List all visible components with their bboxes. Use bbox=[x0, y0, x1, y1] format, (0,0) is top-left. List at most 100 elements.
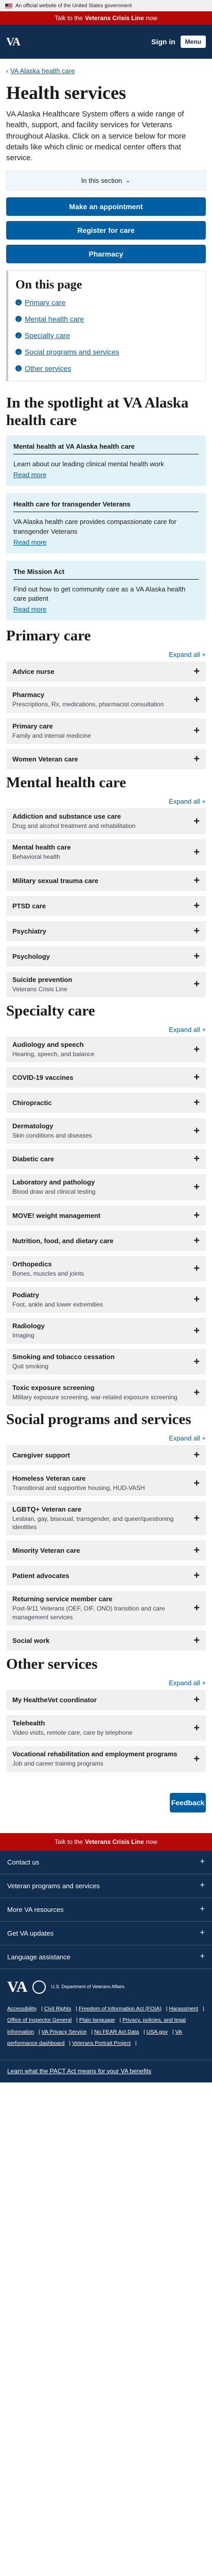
accordion-suicide-prevention[interactable]: Suicide prevention Veterans Crisis Line + bbox=[6, 971, 206, 997]
accordion-title: My HealtheVet coordinator bbox=[12, 1696, 97, 1704]
accordion-laboratory-and-pathology[interactable]: Laboratory and pathology Blood draw and c… bbox=[6, 1174, 206, 1200]
expand-all-button[interactable]: Expand all + bbox=[6, 651, 206, 658]
accordion-psychiatry[interactable]: Psychiatry + bbox=[6, 921, 206, 941]
accordion-caregiver-support[interactable]: Caregiver support + bbox=[6, 1445, 206, 1465]
plus-icon: + bbox=[193, 1753, 200, 1765]
on-this-page-link-social-programs-and-services[interactable]: ↓ Social programs and services bbox=[15, 344, 198, 360]
accordion-title: Psychology bbox=[12, 952, 50, 960]
accordion-ptsd-care[interactable]: PTSD care + bbox=[6, 895, 206, 916]
spotlight-title: In the spotlight at VA Alaska health car… bbox=[6, 395, 189, 429]
legal-link-accessibility[interactable]: Accessibility bbox=[7, 2006, 37, 2012]
accordion-pharmacy[interactable]: Pharmacy Prescriptions, Rx, medications, … bbox=[6, 687, 206, 713]
accordion-radiology[interactable]: Radiology Imaging + bbox=[6, 1318, 206, 1344]
breadcrumb[interactable]: ‹ VA Alaska health care bbox=[0, 59, 212, 80]
spotlight-card-title[interactable]: Health care for transgender Veterans bbox=[13, 500, 199, 513]
pact-act-banner[interactable]: Learn what the PACT Act means for your V… bbox=[0, 2059, 212, 2082]
accordion-homeless-veteran-care[interactable]: Homeless Veteran care Transitional and su… bbox=[6, 1470, 206, 1497]
accordion-title: Caregiver support bbox=[12, 1451, 70, 1459]
legal-link-harassment[interactable]: Harassment bbox=[169, 2006, 198, 2012]
footer-link-get-va-updates[interactable]: Get VA updates + bbox=[0, 1922, 212, 1945]
accordion-subtitle: Job and career training programs bbox=[12, 1760, 103, 1768]
register-for-care-button[interactable]: Register for care bbox=[6, 221, 206, 240]
accordion-title: Homeless Veteran care bbox=[12, 1474, 86, 1482]
accordion-diabetic-care[interactable]: Diabetic care + bbox=[6, 1149, 206, 1170]
accordion-women-veteran-care[interactable]: Women Veteran care + bbox=[6, 749, 206, 769]
accordion-returning-service-member-care[interactable]: Returning service member care Post-9/11 V… bbox=[6, 1591, 206, 1625]
legal-link-va-privacy-service[interactable]: VA Privacy Service bbox=[42, 2029, 87, 2035]
accordion-text: Audiology and speech Hearing, speech, and… bbox=[12, 1041, 94, 1058]
accordion-podiatry[interactable]: Podiatry Foot, ankle and lower extremitie… bbox=[6, 1286, 206, 1313]
menu-button[interactable]: Menu bbox=[180, 36, 206, 48]
accordion-vocational-rehabilitation-and-employment-programs[interactable]: Vocational rehabilitation and employment… bbox=[6, 1746, 206, 1772]
accordion-psychology[interactable]: Psychology + bbox=[6, 946, 206, 967]
in-this-section-button[interactable]: In this section ⌄ bbox=[6, 171, 206, 191]
footer-link-label: Contact us bbox=[7, 1858, 40, 1866]
make-an-appointment-button[interactable]: Make an appointment bbox=[6, 197, 206, 216]
legal-link-plain-language[interactable]: Plain language bbox=[79, 2017, 115, 2023]
accordion-dermatology[interactable]: Dermatology Skin conditions and diseases + bbox=[6, 1118, 206, 1144]
accordion-orthopedics[interactable]: Orthopedics Bones, muscles and joints + bbox=[6, 1256, 206, 1282]
footer-link-veteran-programs-and-services[interactable]: Veteran programs and services + bbox=[0, 1874, 212, 1898]
accordion-my-healthevet-coordinator[interactable]: My HealtheVet coordinator + bbox=[6, 1690, 206, 1710]
page-intro: VA Alaska Healthcare System offers a wid… bbox=[6, 110, 186, 163]
footer-va-logo[interactable]: VA bbox=[7, 1978, 27, 1996]
spotlight-card-title[interactable]: The Mission Act bbox=[13, 568, 199, 580]
expand-all-button[interactable]: Expand all + bbox=[6, 1434, 206, 1442]
footer-brand: VA U.S. Department of Veterans Affairs bbox=[0, 1969, 212, 1999]
accordion-minority-veteran-care[interactable]: Minority Veteran care + bbox=[6, 1540, 206, 1561]
accordion-social-work[interactable]: Social work + bbox=[6, 1630, 206, 1651]
legal-link-office-of-inspector-general[interactable]: Office of Inspector General bbox=[7, 2017, 72, 2023]
on-this-page-link-other-services[interactable]: ↓ Other services bbox=[15, 360, 198, 377]
accordion-move-weight-management[interactable]: MOVE! weight management + bbox=[6, 1205, 206, 1226]
va-logo[interactable]: VA bbox=[6, 35, 21, 48]
legal-link-veterans-portrait-project[interactable]: Veterans Portrait Project bbox=[72, 2040, 131, 2046]
on-this-page-link-specialty-care[interactable]: ↓ Specialty care bbox=[15, 327, 198, 344]
accordion-lgbtq-veteran-care[interactable]: LGBTQ+ Veteran care Lesbian, gay, bisexua… bbox=[6, 1501, 206, 1536]
accordion-chiropractic[interactable]: Chiropractic + bbox=[6, 1093, 206, 1113]
accordion-subtitle: Military exposure screening, war-related… bbox=[12, 1394, 178, 1401]
accordion-mental-health-care[interactable]: Mental health care Behavioral health + bbox=[6, 839, 206, 866]
accordion-text: Addiction and substance use care Drug and… bbox=[12, 812, 135, 830]
legal-link-civil-rights[interactable]: Civil Rights bbox=[44, 2006, 72, 2012]
accordion-toxic-exposure-screening[interactable]: Toxic exposure screening Military exposur… bbox=[6, 1380, 206, 1406]
expand-all-button[interactable]: Expand all + bbox=[6, 1026, 206, 1033]
accordion-title: Patient advocates bbox=[12, 1572, 69, 1580]
footer-link-contact-us[interactable]: Contact us + bbox=[0, 1851, 212, 1874]
read-more-link[interactable]: Read more bbox=[13, 605, 199, 613]
accordion-military-sexual-trauma-care[interactable]: Military sexual trauma care + bbox=[6, 870, 206, 891]
accordion-patient-advocates[interactable]: Patient advocates + bbox=[6, 1566, 206, 1586]
plus-icon: + bbox=[193, 1386, 200, 1398]
breadcrumb-back-link[interactable]: VA Alaska health care bbox=[10, 67, 75, 75]
accordion-telehealth[interactable]: Telehealth Video visits, remote care, car… bbox=[6, 1715, 206, 1741]
plus-icon: + bbox=[193, 815, 200, 827]
spotlight-card-title[interactable]: Mental health at VA Alaska health care bbox=[13, 443, 199, 455]
pharmacy-button[interactable]: Pharmacy bbox=[6, 245, 206, 264]
accordion-audiology-and-speech[interactable]: Audiology and speech Hearing, speech, and… bbox=[6, 1037, 206, 1063]
sign-in-button[interactable]: Sign in bbox=[151, 38, 175, 46]
crisis-line-banner[interactable]: Talk to the Veterans Crisis Line now bbox=[0, 11, 212, 25]
footer-link-label: Get VA updates bbox=[7, 1929, 54, 1937]
legal-link-usa-gov[interactable]: USA.gov bbox=[147, 2029, 168, 2035]
accordion-addiction-and-substance-use-care[interactable]: Addiction and substance use care Drug and… bbox=[6, 808, 206, 835]
expand-all-button[interactable]: Expand all + bbox=[6, 1679, 206, 1687]
accordion-smoking-and-tobacco-cessation[interactable]: Smoking and tobacco cessation Quit smokin… bbox=[6, 1349, 206, 1375]
footer-link-more-va-resources[interactable]: More VA resources + bbox=[0, 1898, 212, 1922]
on-this-page-link-primary-care[interactable]: ↓ Primary care bbox=[15, 294, 198, 311]
read-more-link[interactable]: Read more bbox=[13, 471, 199, 479]
accordion-covid-19-vaccines[interactable]: COVID-19 vaccines + bbox=[6, 1067, 206, 1088]
read-more-link[interactable]: Read more bbox=[13, 538, 199, 546]
feedback-button[interactable]: Feedback bbox=[170, 1792, 206, 1812]
plus-icon: + bbox=[193, 1477, 200, 1489]
on-this-page-link-mental-health-care[interactable]: ↓ Mental health care bbox=[15, 311, 198, 327]
accordion-advice-nurse[interactable]: Advice nurse + bbox=[6, 662, 206, 682]
accordion-subtitle: Skin conditions and diseases bbox=[12, 1132, 92, 1140]
legal-link-no-fear-act-data[interactable]: No FEAR Act Data bbox=[94, 2029, 139, 2035]
footer-link-language-assistance[interactable]: Language assistance + bbox=[0, 1945, 212, 1969]
accordion-nutrition-food-and-dietary-care[interactable]: Nutrition, food, and dietary care + bbox=[6, 1230, 206, 1251]
footer-crisis-line-banner[interactable]: Talk to the Veterans Crisis Line now bbox=[0, 1833, 212, 1851]
legal-link-freedom-of-information-act-foia[interactable]: Freedom of Information Act (FOIA) bbox=[79, 2006, 162, 2012]
accordion-title: Laboratory and pathology bbox=[12, 1178, 95, 1187]
accordion-text: PTSD care bbox=[12, 902, 46, 910]
accordion-primary-care[interactable]: Primary care Family and internal medicine… bbox=[6, 718, 206, 744]
expand-all-button[interactable]: Expand all + bbox=[6, 798, 206, 805]
